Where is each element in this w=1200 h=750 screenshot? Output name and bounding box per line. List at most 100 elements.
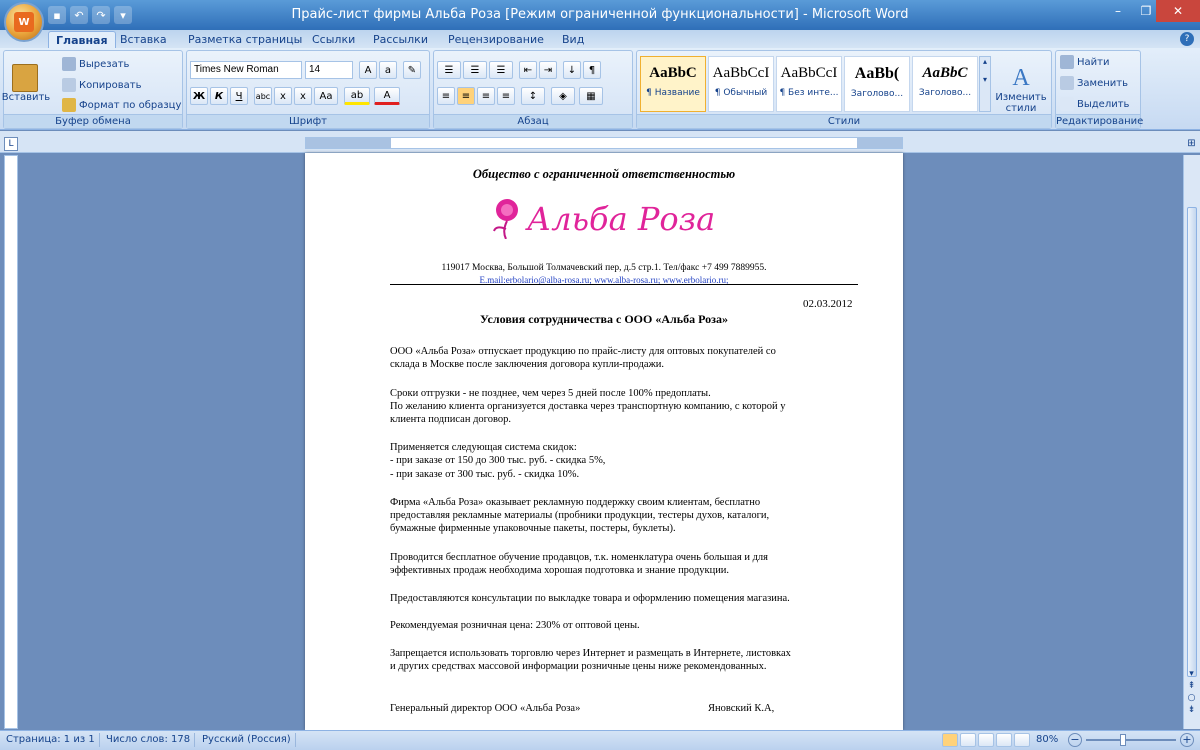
close-button[interactable]: ✕ — [1156, 0, 1200, 22]
outline-icon[interactable] — [996, 733, 1012, 747]
save-icon[interactable]: ▪ — [48, 6, 66, 24]
brush-icon — [62, 98, 76, 112]
tab-selector-icon[interactable]: L — [4, 137, 18, 151]
full-screen-icon[interactable] — [960, 733, 976, 747]
highlight-icon[interactable]: ab — [344, 87, 370, 105]
copy-button[interactable]: Копировать — [62, 78, 141, 92]
style-sample: AaBbCcI — [780, 65, 838, 81]
draft-icon[interactable] — [1014, 733, 1030, 747]
zoom-slider-thumb[interactable] — [1120, 734, 1126, 746]
italic-icon[interactable]: К — [210, 87, 228, 105]
tab-review[interactable]: Рецензирование — [441, 31, 551, 48]
find-label: Найти — [1077, 56, 1110, 68]
style-name: ¶ Название — [646, 88, 700, 98]
font-group-label: Шрифт — [187, 114, 429, 128]
paste-label: Вставить — [1, 91, 51, 103]
body-line: Фирма «Альба Роза» оказывает рекламную п… — [390, 497, 761, 508]
body-line: - при заказе от 150 до 300 тыс. руб. - с… — [390, 455, 606, 466]
superscript-icon[interactable]: x — [294, 87, 312, 105]
vertical-ruler[interactable] — [4, 155, 18, 729]
zoom-level[interactable]: 80% — [1036, 733, 1058, 747]
ruler-margin-right — [857, 138, 902, 148]
shading-icon[interactable]: ◈ — [551, 87, 575, 105]
email-line[interactable]: E.mail:erbolario@alba-rosa.ru; www.alba-… — [305, 274, 903, 287]
zoom-slider[interactable] — [1086, 739, 1176, 741]
status-word-count[interactable]: Число слов: 178 — [102, 733, 196, 747]
tab-home[interactable]: Главная — [48, 31, 116, 48]
paragraph-group-label: Абзац — [434, 114, 632, 128]
paste-icon — [11, 63, 38, 92]
change-case-icon[interactable]: Aa — [314, 87, 338, 105]
bullets-icon[interactable]: ☰ — [437, 61, 461, 79]
clear-format-icon[interactable]: ✎ — [403, 61, 421, 79]
tab-references[interactable]: Ссылки — [305, 31, 362, 48]
shrink-font-icon[interactable]: a — [379, 61, 397, 79]
line-spacing-icon[interactable]: ↕ — [521, 87, 545, 105]
web-layout-icon[interactable] — [978, 733, 994, 747]
replace-button[interactable]: Заменить — [1060, 76, 1128, 90]
style-name: Заголово... — [918, 88, 972, 98]
decrease-indent-icon[interactable]: ⇤ — [519, 61, 537, 79]
body-line: предоставляя рекламные материалы (пробни… — [390, 510, 770, 521]
select-button[interactable]: Выделить — [1060, 97, 1129, 111]
view-buttons — [942, 733, 1032, 747]
styles-gallery-scroll[interactable]: ▴ ▾ — [979, 56, 991, 112]
align-right-icon[interactable]: ≡ — [477, 87, 495, 105]
font-name-combo[interactable]: Times New Roman — [190, 61, 302, 79]
scrollbar-thumb[interactable] — [1187, 207, 1197, 677]
redo-icon[interactable]: ↷ — [92, 6, 110, 24]
grow-font-icon[interactable]: A — [359, 61, 377, 79]
view-ruler-icon[interactable]: ⊞ — [1184, 138, 1199, 153]
numbering-icon[interactable]: ☰ — [463, 61, 487, 79]
multilevel-list-icon[interactable]: ☰ — [489, 61, 513, 79]
select-label: Выделить — [1077, 98, 1130, 110]
status-language[interactable]: Русский (Россия) — [198, 733, 296, 747]
style-heading1[interactable]: AaBb(Заголово... — [844, 56, 910, 112]
align-left-icon[interactable]: ≡ — [437, 87, 455, 105]
tab-view[interactable]: Вид — [555, 31, 591, 48]
sort-icon[interactable]: ↓ — [563, 61, 581, 79]
copy-icon — [62, 78, 76, 92]
org-line: Общество с ограниченной ответственностью — [472, 167, 736, 181]
font-color-icon[interactable]: A — [374, 87, 400, 105]
print-layout-icon[interactable] — [942, 733, 958, 747]
tab-insert[interactable]: Вставка — [113, 31, 174, 48]
borders-icon[interactable]: ▦ — [579, 87, 603, 105]
strikethrough-icon[interactable]: abc — [254, 87, 272, 105]
zoom-out-icon[interactable]: − — [1068, 733, 1082, 747]
style-no-spacing[interactable]: AaBbCcI ¶ Без инте... — [776, 56, 842, 112]
title-bar — [0, 0, 1200, 30]
browse-object-controls[interactable]: ▾ ⇞ ○ ⇟ — [1184, 668, 1199, 728]
bold-icon[interactable]: Ж — [190, 87, 208, 105]
cut-button[interactable]: Вырезать — [62, 57, 129, 71]
style-name: ¶ Без инте... — [779, 88, 839, 98]
office-button[interactable]: W — [4, 2, 44, 42]
help-icon[interactable]: ? — [1180, 32, 1194, 46]
underline-icon[interactable]: Ч — [230, 87, 248, 105]
style-heading2[interactable]: AaBbC Заголово... — [912, 56, 978, 112]
style-title[interactable]: AaBbC ¶ Название — [640, 56, 706, 112]
format-painter-button[interactable]: Формат по образцу — [62, 98, 181, 112]
cursor-icon — [1060, 97, 1074, 111]
tab-mailings[interactable]: Рассылки — [366, 31, 435, 48]
align-center-icon[interactable]: ≡ — [457, 87, 475, 105]
change-styles-button[interactable]: A Изменить стили — [993, 52, 1049, 114]
horizontal-ruler[interactable] — [305, 137, 903, 149]
style-normal[interactable]: AaBbCcI ¶ Обычный — [708, 56, 774, 112]
paste-button[interactable]: Вставить — [2, 53, 50, 113]
editing-group-label: Редактирование — [1056, 114, 1144, 128]
subscript-icon[interactable]: x — [274, 87, 292, 105]
font-size-combo[interactable]: 14 — [305, 61, 353, 79]
document-page[interactable]: Общество с ограниченной ответственностью… — [305, 153, 903, 730]
undo-icon[interactable]: ↶ — [70, 6, 88, 24]
body-line: клиента подписан договор. — [390, 414, 511, 425]
find-button[interactable]: Найти — [1060, 55, 1109, 69]
zoom-in-icon[interactable]: + — [1180, 733, 1194, 747]
status-page[interactable]: Страница: 1 из 1 — [2, 733, 100, 747]
show-marks-icon[interactable]: ¶ — [583, 61, 601, 79]
increase-indent-icon[interactable]: ⇥ — [539, 61, 557, 79]
justify-icon[interactable]: ≡ — [497, 87, 515, 105]
customize-icon[interactable]: ▾ — [114, 6, 132, 24]
vertical-scrollbar[interactable] — [1183, 155, 1200, 729]
tab-page-layout[interactable]: Разметка страницы — [181, 31, 309, 48]
